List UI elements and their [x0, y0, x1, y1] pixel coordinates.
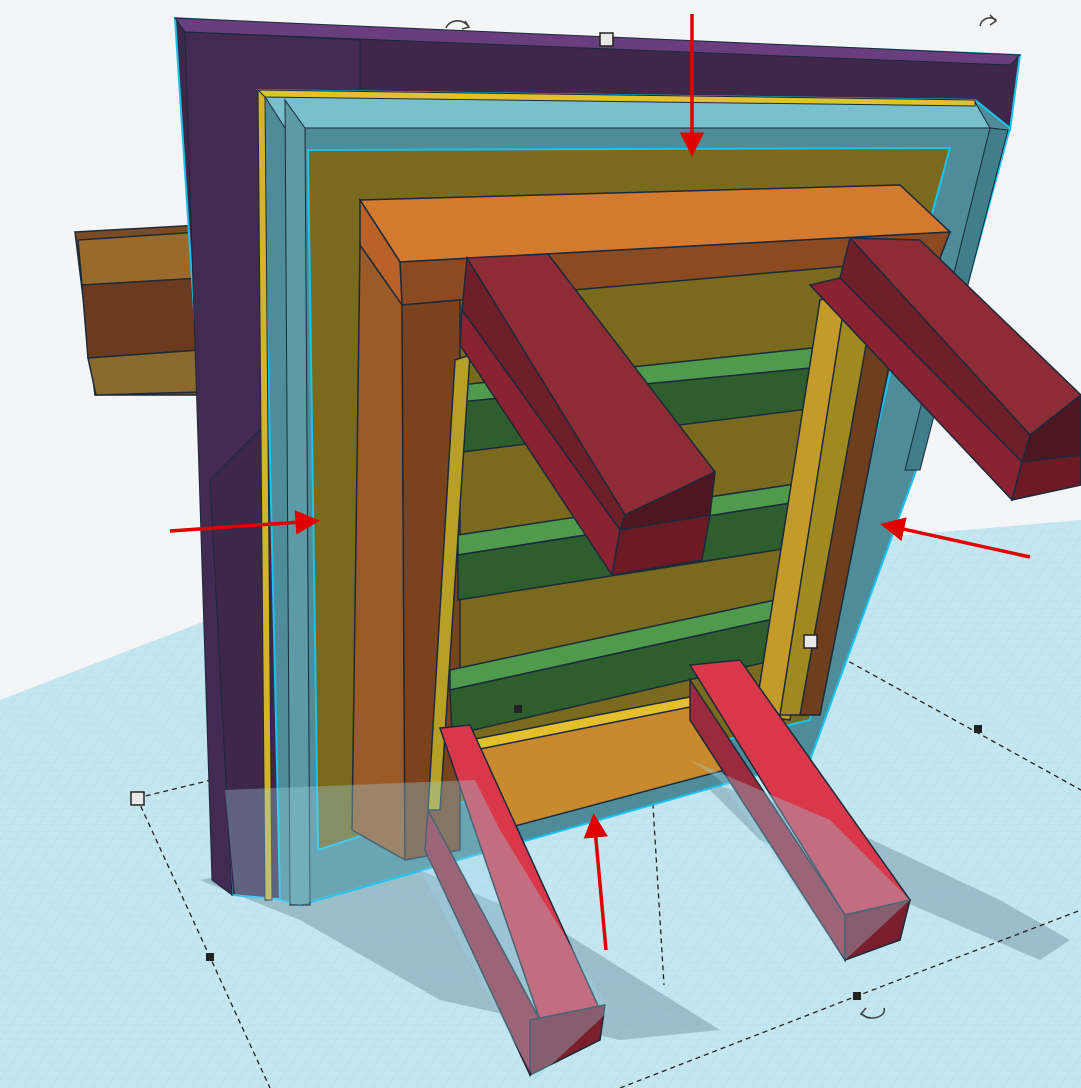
square-handle-icon[interactable] — [803, 634, 818, 649]
left-side-bars — [74, 224, 201, 396]
3d-viewport[interactable] — [0, 0, 1081, 1088]
square-handle-icon[interactable] — [974, 725, 982, 733]
square-handle-icon[interactable] — [599, 32, 614, 47]
square-handle-icon[interactable] — [853, 992, 861, 1000]
scene-canvas[interactable] — [0, 0, 1081, 1088]
square-handle-icon[interactable] — [130, 791, 145, 806]
square-handle-icon[interactable] — [514, 705, 522, 713]
rotate-arrow-icon[interactable] — [445, 20, 471, 30]
square-handle-icon[interactable] — [206, 953, 214, 961]
rotate-arrow-icon[interactable] — [979, 14, 998, 27]
